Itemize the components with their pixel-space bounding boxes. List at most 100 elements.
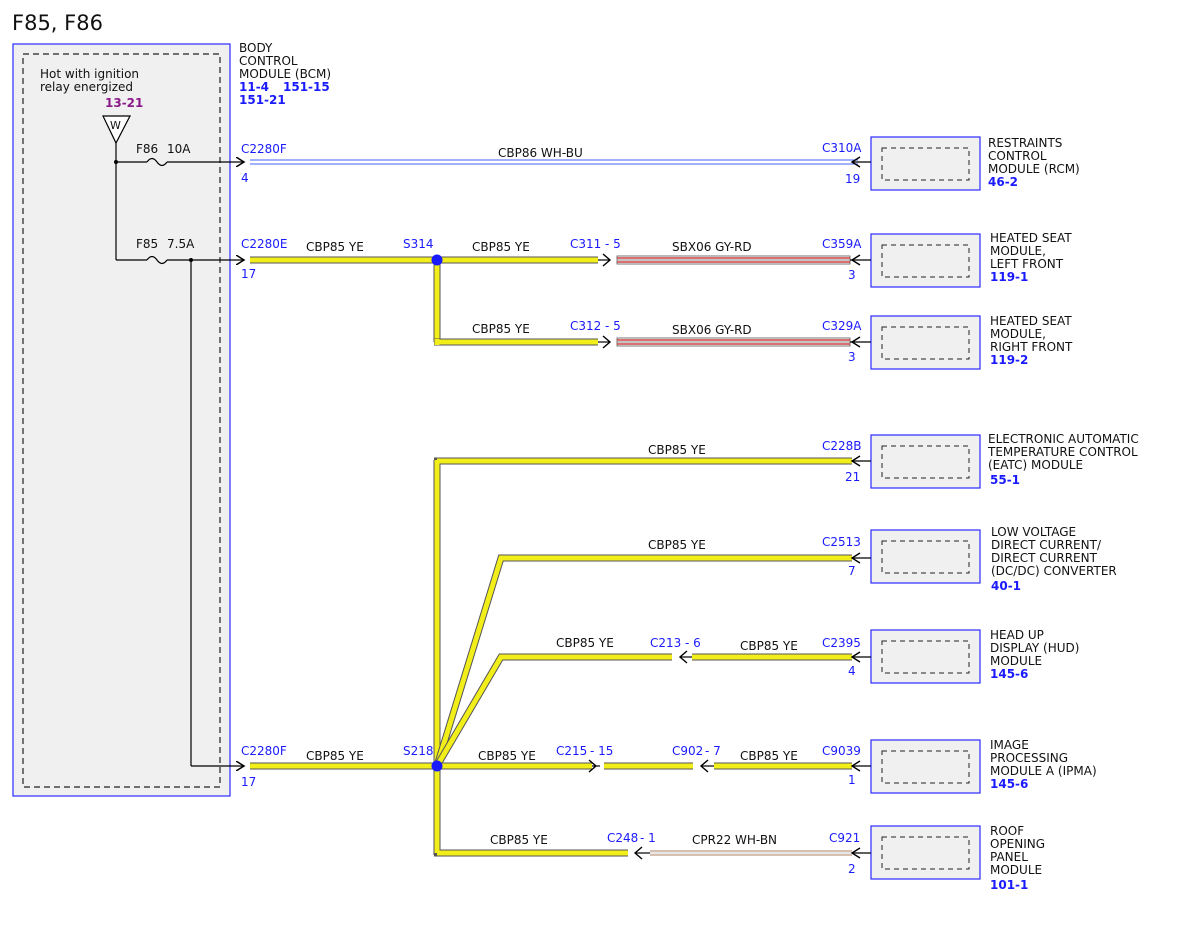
- module-dcdc-name-3: DIRECT CURRENT: [991, 551, 1098, 565]
- module-dcdc-name-1: LOW VOLTAGE: [991, 525, 1076, 539]
- module-roof-name-1: ROOF: [990, 824, 1024, 838]
- module-dcdc-ref: 40-1: [991, 579, 1021, 593]
- bcm-name-2: CONTROL: [239, 54, 298, 68]
- connector-c213: C213: [650, 636, 681, 650]
- module-ipma-name-2: PROCESSING: [990, 751, 1068, 765]
- wire-cbp85-label-h: CBP85 YE: [740, 639, 798, 653]
- connector-c248: C248: [607, 831, 638, 845]
- bcm-connector-f86: C2280F: [241, 142, 287, 156]
- module-ipma: C9039 1 IMAGE PROCESSING MODULE A (IPMA)…: [822, 738, 1097, 794]
- module-eatc-name-1: ELECTRONIC AUTOMATIC: [988, 432, 1139, 446]
- connector-c902-pin: - 7: [705, 744, 721, 758]
- wire-cbp85-label-d: CBP85 YE: [306, 749, 364, 763]
- module-hs-rf-name-1: HEATED SEAT: [990, 314, 1072, 328]
- module-hud-pin: 4: [848, 664, 856, 678]
- module-roof-connector: C921: [829, 831, 860, 845]
- bcm-connector-f85-top: C2280E: [241, 237, 288, 251]
- module-hud-name-3: MODULE: [990, 654, 1042, 668]
- module-roof-name-4: MODULE: [990, 863, 1042, 877]
- module-roof-name-2: OPENING: [990, 837, 1045, 851]
- wire-cbp85-label-i: CBP85 YE: [478, 749, 536, 763]
- module-hs-lf-name-3: LEFT FRONT: [990, 257, 1064, 271]
- module-rcm-ref: 46-2: [988, 175, 1018, 189]
- bcm-ref-b: 151-15: [283, 80, 330, 94]
- fuse-f86-name: F86: [136, 142, 158, 156]
- bcm-ref-c: 151-21: [239, 93, 286, 107]
- wire-cbp85-label-e: CBP85 YE: [648, 443, 706, 457]
- module-hs-lf-ref: 119-1: [990, 270, 1028, 284]
- module-eatc-connector: C228B: [822, 439, 862, 453]
- module-hs-rf-name-2: MODULE,: [990, 327, 1046, 341]
- module-rcm-pin: 19: [845, 172, 860, 186]
- connector-c312-pin: - 5: [605, 319, 621, 333]
- fuse-f86-rating: 10A: [167, 142, 191, 156]
- bcm-name-3: MODULE (BCM): [239, 67, 331, 81]
- bcm-connector-f85-bottom: C2280F: [241, 744, 287, 758]
- wire-cbp85-label-g: CBP85 YE: [556, 636, 614, 650]
- module-roof-ref: 101-1: [990, 878, 1028, 892]
- module-dcdc: C2513 7 LOW VOLTAGE DIRECT CURRENT/ DIRE…: [822, 525, 1117, 593]
- module-ipma-name-3: MODULE A (IPMA): [990, 764, 1097, 778]
- module-heated-seat-rf: C329A 3 HEATED SEAT MODULE, RIGHT FRONT …: [822, 314, 1073, 370]
- module-hs-rf-name-3: RIGHT FRONT: [990, 340, 1073, 354]
- wire-cbp85-label-c: CBP85 YE: [472, 322, 530, 336]
- bcm-pin-f86: 4: [241, 171, 249, 185]
- module-rcm: C310A 19 RESTRAINTS CONTROL MODULE (RCM)…: [822, 136, 1080, 191]
- wire-cbp85-label-k: CBP85 YE: [490, 833, 548, 847]
- wiring-diagram: F85, F86 Hot with ignition relay energiz…: [12, 11, 1139, 892]
- module-hs-lf-name-2: MODULE,: [990, 244, 1046, 258]
- connector-c213-pin: - 6: [685, 636, 701, 650]
- wire-cbp85-label-b: CBP85 YE: [472, 240, 530, 254]
- module-roof-pin: 2: [848, 862, 856, 876]
- module-hud-name-2: DISPLAY (HUD): [990, 641, 1079, 655]
- connector-c311-pin: - 5: [605, 237, 621, 251]
- module-eatc-pin: 21: [845, 470, 860, 484]
- module-rcm-name-1: RESTRAINTS: [988, 136, 1062, 150]
- module-ipma-pin: 1: [848, 773, 856, 787]
- wire-cbp85-label-a: CBP85 YE: [306, 240, 364, 254]
- power-desc-line2: relay energized: [40, 80, 133, 94]
- bcm-ref-a: 11-4: [239, 80, 269, 94]
- module-roof-name-3: PANEL: [990, 850, 1028, 864]
- connector-c215: C215: [556, 744, 587, 758]
- wire-sbx06-label-b: SBX06 GY-RD: [672, 323, 752, 337]
- splice-s218-icon: [431, 760, 443, 772]
- module-hs-lf-connector: C359A: [822, 237, 862, 251]
- connector-c902: C902: [672, 744, 703, 758]
- module-dcdc-name-4: (DC/DC) CONVERTER: [991, 564, 1117, 578]
- connector-c215-pin: - 15: [590, 744, 613, 758]
- bcm-name-1: BODY: [239, 41, 273, 55]
- module-ipma-ref: 145-6: [990, 777, 1028, 791]
- module-dcdc-connector: C2513: [822, 535, 861, 549]
- bcm-pin-f85-top: 17: [241, 267, 256, 281]
- module-hud: C2395 4 HEAD UP DISPLAY (HUD) MODULE 145…: [822, 628, 1079, 684]
- module-rcm-name-3: MODULE (RCM): [988, 162, 1080, 176]
- fuse-f85-name: F85: [136, 237, 158, 251]
- module-rcm-name-2: CONTROL: [988, 149, 1047, 163]
- wire-cbp85-label-j: CBP85 YE: [740, 749, 798, 763]
- module-hud-ref: 145-6: [990, 667, 1028, 681]
- module-ipma-name-1: IMAGE: [990, 738, 1029, 752]
- module-hs-lf-name-1: HEATED SEAT: [990, 231, 1072, 245]
- module-eatc-ref: 55-1: [990, 473, 1020, 487]
- bcm-box: [12, 43, 231, 797]
- module-eatc-name-3: (EATC) MODULE: [988, 458, 1083, 472]
- power-ref: 13-21: [105, 96, 143, 110]
- module-hs-rf-ref: 119-2: [990, 353, 1028, 367]
- connector-c312: C312: [570, 319, 601, 333]
- wire-cbp85-label-f: CBP85 YE: [648, 538, 706, 552]
- wire-cpr22-label: CPR22 WH-BN: [692, 833, 777, 847]
- splice-s314-icon: [431, 254, 443, 266]
- module-hs-lf-pin: 3: [848, 268, 856, 282]
- module-dcdc-name-2: DIRECT CURRENT/: [991, 538, 1102, 552]
- power-desc-line1: Hot with ignition: [40, 67, 139, 81]
- module-eatc: C228B 21 ELECTRONIC AUTOMATIC TEMPERATUR…: [822, 432, 1139, 489]
- module-hud-connector: C2395: [822, 636, 861, 650]
- wire-sbx06-label-a: SBX06 GY-RD: [672, 240, 752, 254]
- module-roof-opening-panel: C921 2 ROOF OPENING PANEL MODULE 101-1: [829, 824, 1045, 892]
- page-title: F85, F86: [12, 11, 103, 35]
- module-hs-rf-pin: 3: [848, 350, 856, 364]
- module-ipma-connector: C9039: [822, 744, 861, 758]
- module-hs-rf-connector: C329A: [822, 319, 862, 333]
- module-heated-seat-lf: C359A 3 HEATED SEAT MODULE, LEFT FRONT 1…: [822, 231, 1072, 288]
